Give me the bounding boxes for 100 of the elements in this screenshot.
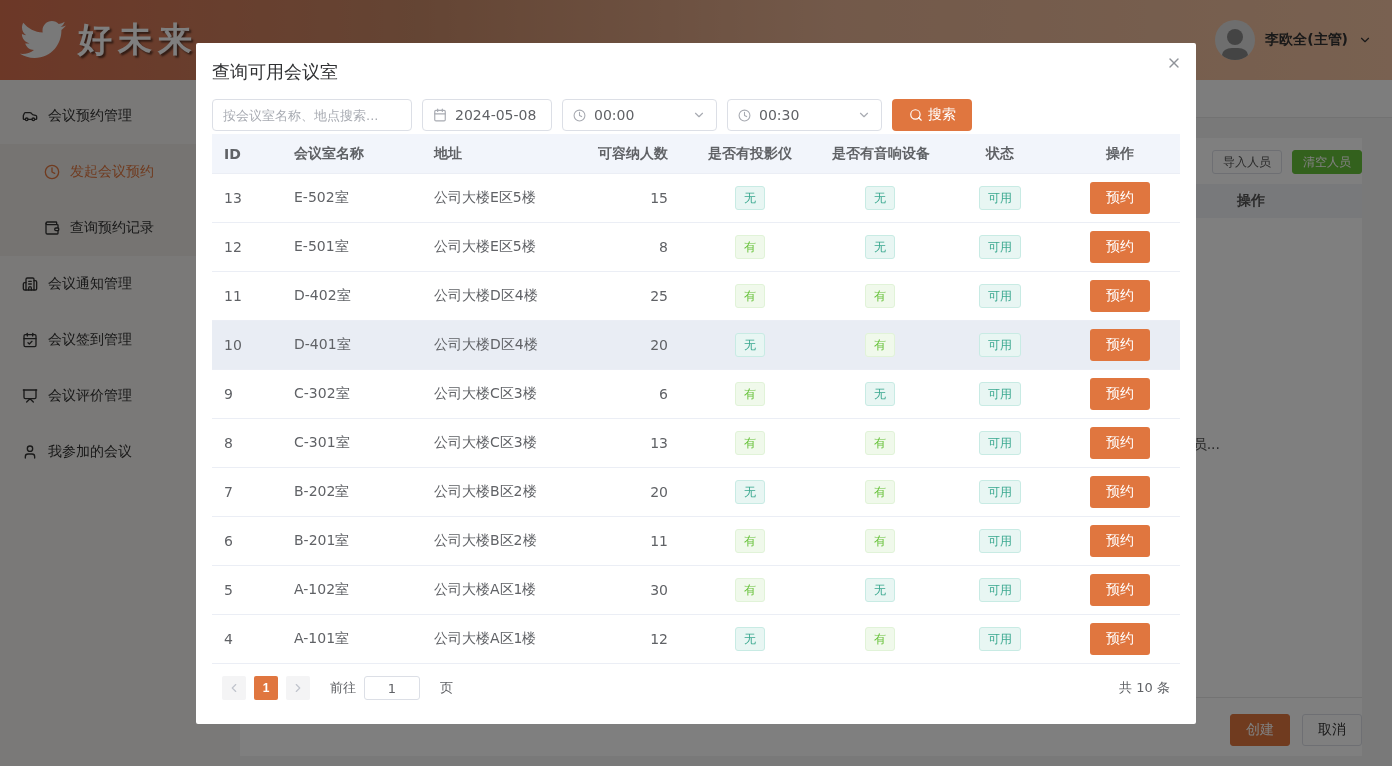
projector-tag: 无: [735, 186, 765, 210]
table-cell-text: 9: [223, 386, 234, 402]
reserve-button[interactable]: 预约: [1090, 329, 1150, 361]
table-cell-text: 4: [223, 631, 234, 647]
column-header: 可容纳人数: [597, 144, 669, 163]
time-field[interactable]: 00:00: [562, 99, 717, 131]
projector-tag: 有: [735, 235, 765, 259]
table-cell-text: A-102室: [293, 581, 351, 599]
menu-label: 查询预约记录: [70, 219, 154, 237]
table-cell-text: 8: [223, 435, 234, 451]
bird-logo-icon: [20, 21, 66, 59]
form-button[interactable]: 创建: [1230, 714, 1290, 746]
user-name[interactable]: 李欧全(主管): [1265, 31, 1348, 49]
audio-tag: 有: [865, 431, 895, 455]
table-cell-text: 公司大楼A区1楼: [433, 581, 538, 599]
table-cell-text: D-401室: [293, 336, 352, 354]
reserve-button[interactable]: 预约: [1090, 427, 1150, 459]
audio-tag: 有: [865, 627, 895, 651]
reserve-button[interactable]: 预约: [1090, 182, 1150, 214]
table-cell-text: 7: [223, 484, 234, 500]
reserve-button[interactable]: 预约: [1090, 623, 1150, 655]
calendar-check-icon: [22, 332, 38, 348]
table-cell-text: 20: [649, 484, 669, 500]
status-tag: 可用: [979, 235, 1021, 259]
user-icon: [22, 444, 38, 460]
app-title: 好未来: [78, 18, 198, 61]
projector-tag: 有: [735, 578, 765, 602]
audio-tag: 有: [865, 480, 895, 504]
table-cell-text: 15: [649, 190, 669, 206]
table-cell-text: 公司大楼D区4楼: [433, 336, 539, 354]
page-input[interactable]: 1: [364, 676, 420, 700]
toolbar-button[interactable]: 导入人员: [1212, 150, 1282, 174]
table-cell-text: 公司大楼E区5楼: [433, 238, 537, 256]
clock-icon: [573, 108, 586, 122]
status-tag: 可用: [979, 431, 1021, 455]
search-icon: [908, 108, 923, 122]
table-cell-text: 公司大楼D区4楼: [433, 287, 539, 305]
table-cell-text: 10: [223, 337, 243, 353]
page-unit: 页: [440, 679, 453, 697]
avatar: [1215, 20, 1256, 60]
reserve-button[interactable]: 预约: [1090, 231, 1150, 263]
table-cell-text: A-101室: [293, 630, 351, 648]
table-cell-text: 公司大楼E区5楼: [433, 189, 537, 207]
table-cell-text: 25: [649, 288, 669, 304]
table-cell-text: 公司大楼B区2楼: [433, 532, 538, 550]
reserve-button[interactable]: 预约: [1090, 574, 1150, 606]
reserve-button[interactable]: 预约: [1090, 280, 1150, 312]
reserve-button[interactable]: 预约: [1090, 476, 1150, 508]
status-tag: 可用: [979, 333, 1021, 357]
clock-icon: [44, 164, 60, 180]
status-tag: 可用: [979, 382, 1021, 406]
audio-tag: 无: [865, 578, 895, 602]
column-header: 操作: [1105, 144, 1135, 163]
table-cell-text: 20: [649, 337, 669, 353]
menu-label: 我参加的会议: [48, 443, 132, 461]
status-tag: 可用: [979, 186, 1021, 210]
audio-tag: 有: [865, 333, 895, 357]
time-field[interactable]: 00:30: [727, 99, 882, 131]
table-cell-text: 6: [658, 386, 669, 402]
audio-tag: 有: [865, 284, 895, 308]
column-header: 是否有音响设备: [831, 144, 931, 163]
table-cell-text: E-501室: [293, 238, 350, 256]
menu-label: 会议评价管理: [48, 387, 132, 405]
wallet-icon: [44, 220, 60, 236]
table-cell-text: C-301室: [293, 434, 351, 452]
table-cell-text: 公司大楼A区1楼: [433, 630, 538, 648]
projector-tag: 无: [735, 627, 765, 651]
projector-tag: 无: [735, 480, 765, 504]
page-button[interactable]: 1: [254, 676, 278, 700]
toolbar-button[interactable]: 清空人员: [1292, 150, 1362, 174]
reserve-button[interactable]: 预约: [1090, 378, 1150, 410]
table-cell-text: 公司大楼C区3楼: [433, 434, 538, 452]
status-tag: 可用: [979, 480, 1021, 504]
projector-tag: 无: [735, 333, 765, 357]
table-cell-text: 8: [658, 239, 669, 255]
projector-tag: 有: [735, 382, 765, 406]
table-cell-text: 11: [649, 533, 669, 549]
table-cell-text: 12: [649, 631, 669, 647]
table-cell-text: C-302室: [293, 385, 351, 403]
search-field[interactable]: 按会议室名称、地点搜索...: [212, 99, 412, 131]
menu-label: 会议签到管理: [48, 331, 132, 349]
audio-tag: 有: [865, 529, 895, 553]
column-header: 是否有投影仪: [707, 144, 793, 163]
table-cell-text: D-402室: [293, 287, 352, 305]
dialog-title: 查询可用会议室: [212, 60, 338, 84]
status-tag: 可用: [979, 284, 1021, 308]
date-field[interactable]: 2024-05-08: [422, 99, 552, 131]
column-header: 地址: [432, 144, 463, 163]
status-tag: 可用: [979, 578, 1021, 602]
column-header: 会议室名称: [293, 144, 365, 163]
reserve-button[interactable]: 预约: [1090, 525, 1150, 557]
table-cell-text: 公司大楼C区3楼: [433, 385, 538, 403]
table-cell-text: 5: [223, 582, 234, 598]
search-button[interactable]: 搜索: [892, 99, 972, 131]
table-cell-text: 6: [223, 533, 234, 549]
goto-label: 前往: [330, 679, 356, 697]
table-cell-text: 30: [649, 582, 669, 598]
form-button[interactable]: 取消: [1302, 714, 1362, 746]
menu-label: 发起会议预约: [70, 163, 154, 181]
building-icon: [22, 276, 38, 292]
